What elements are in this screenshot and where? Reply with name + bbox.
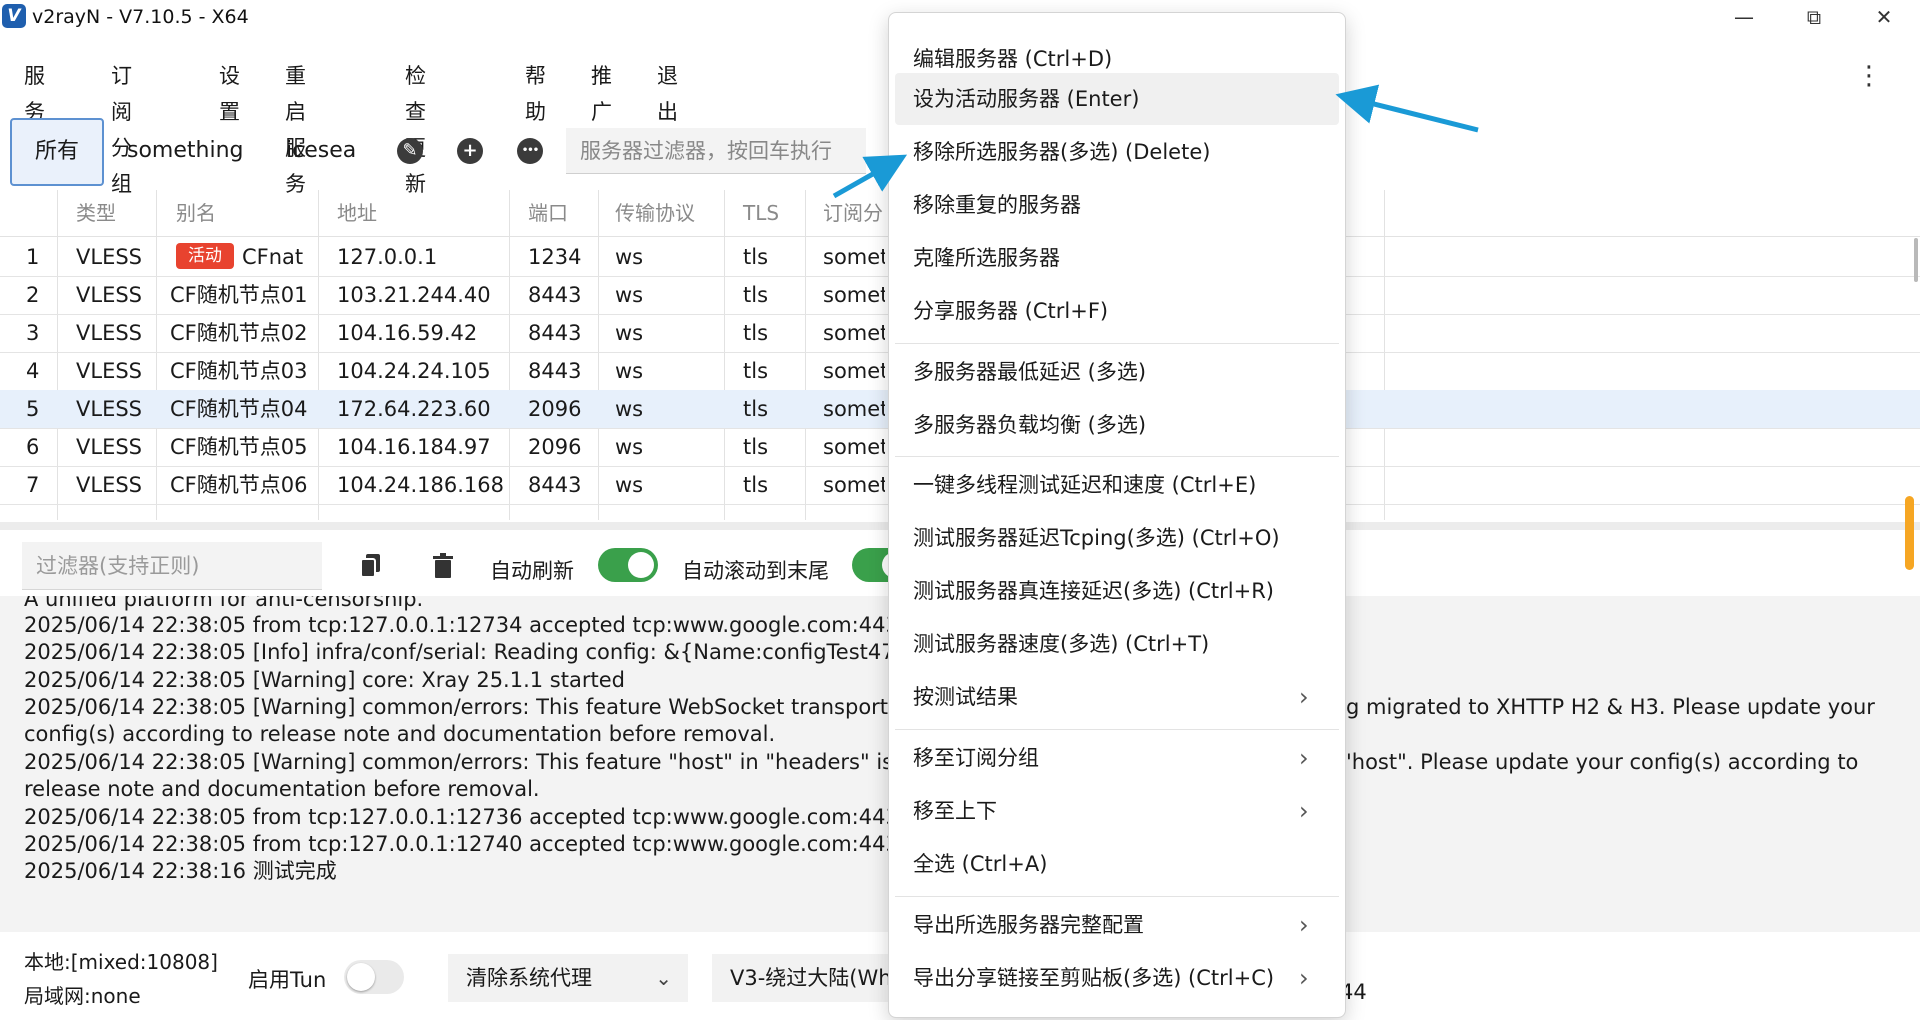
annotation-arrows — [832, 84, 1479, 199]
arrow-to-set-active — [1335, 84, 1479, 133]
arrow-to-remove — [832, 154, 908, 199]
